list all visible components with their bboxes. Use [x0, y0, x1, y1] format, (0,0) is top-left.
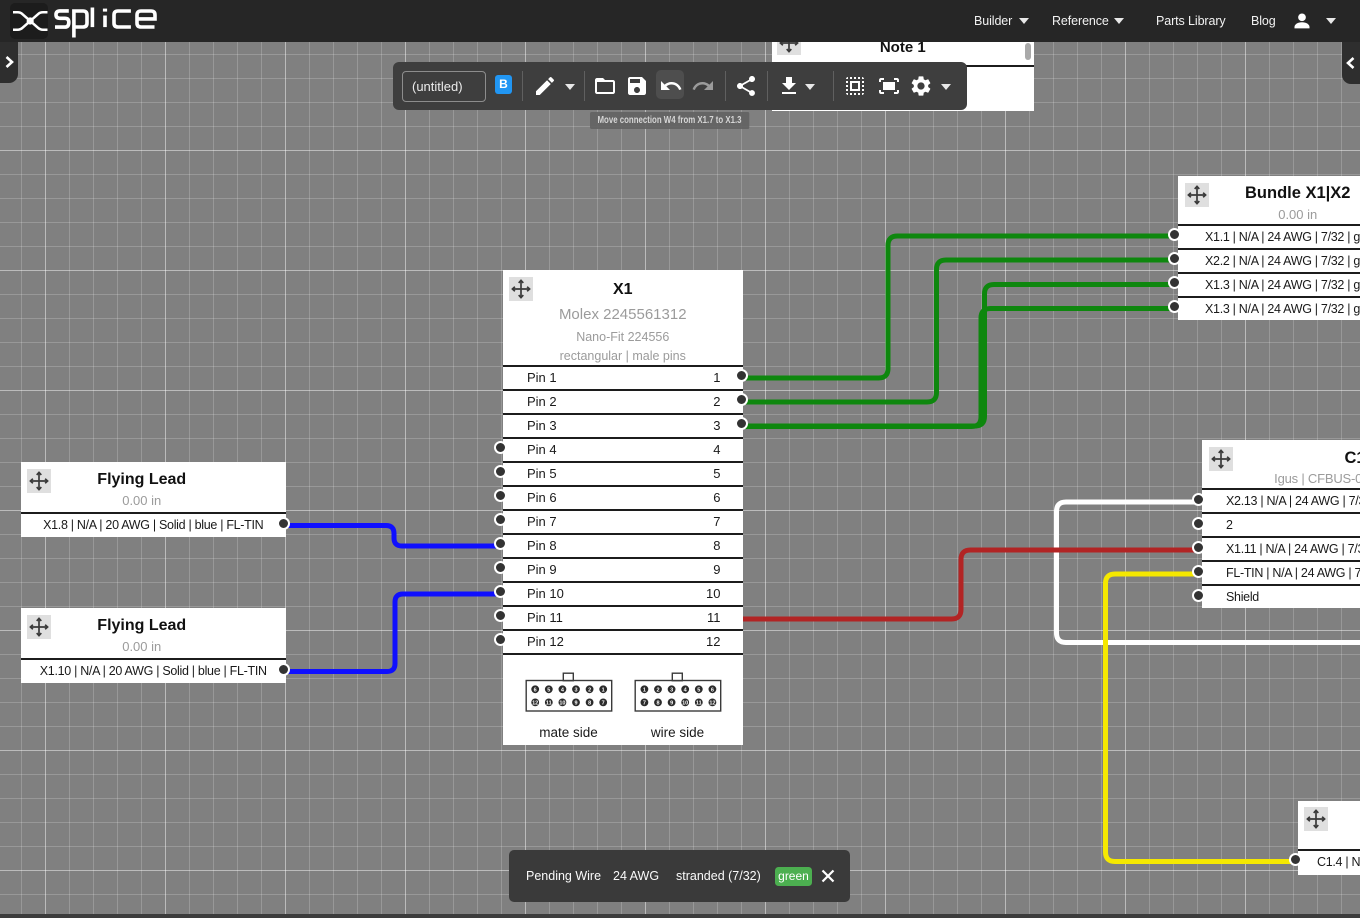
svg-text:6: 6: [534, 687, 537, 693]
svg-text:11: 11: [696, 700, 702, 706]
svg-text:7: 7: [643, 700, 646, 706]
svg-text:1: 1: [643, 687, 646, 693]
svg-text:12: 12: [532, 700, 538, 706]
svg-text:10: 10: [682, 700, 688, 706]
svg-text:3: 3: [670, 687, 673, 693]
svg-text:wire side: wire side: [650, 725, 704, 740]
svg-text:5: 5: [697, 687, 700, 693]
svg-text:2: 2: [656, 687, 659, 693]
svg-text:12: 12: [709, 700, 715, 706]
svg-text:mate side: mate side: [539, 725, 598, 740]
svg-text:2: 2: [588, 687, 591, 693]
svg-text:11: 11: [546, 700, 552, 706]
svg-text:3: 3: [574, 687, 577, 693]
svg-text:7: 7: [602, 700, 605, 706]
svg-text:6: 6: [711, 687, 714, 693]
svg-text:8: 8: [656, 700, 659, 706]
svg-text:8: 8: [588, 700, 591, 706]
svg-text:1: 1: [602, 687, 605, 693]
svg-text:5: 5: [547, 687, 550, 693]
svg-text:9: 9: [574, 700, 577, 706]
svg-text:9: 9: [670, 700, 673, 706]
svg-text:10: 10: [559, 700, 565, 706]
